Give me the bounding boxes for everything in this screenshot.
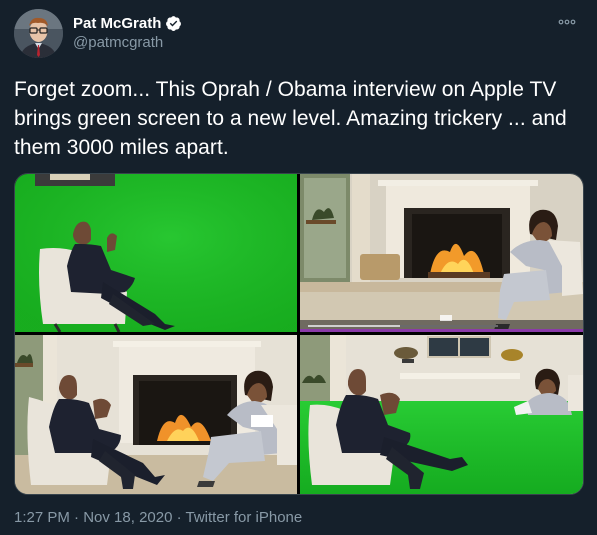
meta-separator-1: · — [69, 509, 84, 526]
more-horizontal-icon — [558, 19, 576, 25]
composite-interview-photo — [15, 335, 297, 494]
handle[interactable]: @patmcgrath — [73, 33, 182, 53]
verified-badge-icon — [166, 16, 182, 31]
fireplace-oprah-photo — [300, 174, 583, 332]
meta-separator-2: · — [172, 509, 186, 526]
media-photo-2[interactable] — [300, 174, 583, 332]
tweet-time[interactable]: 1:27 PM — [14, 509, 70, 526]
more-options-button[interactable] — [556, 14, 578, 30]
media-photo-4[interactable] — [300, 335, 583, 494]
avatar[interactable] — [14, 9, 63, 58]
profile-photo-icon — [14, 9, 63, 58]
tweet-meta: 1:27 PM · Nov 18, 2020 · Twitter for iPh… — [14, 509, 302, 526]
tweet-date[interactable]: Nov 18, 2020 — [83, 509, 172, 526]
tweet-header: Pat McGrath @patmcgrath — [14, 8, 584, 60]
media-photo-3[interactable] — [15, 335, 297, 494]
display-name[interactable]: Pat McGrath — [73, 14, 161, 33]
tweet-source[interactable]: Twitter for iPhone — [186, 509, 303, 526]
tweet-text: Forget zoom... This Oprah / Obama interv… — [14, 78, 567, 159]
media-grid — [14, 173, 584, 495]
display-name-row[interactable]: Pat McGrath — [73, 14, 182, 33]
partial-composite-photo — [300, 335, 583, 494]
author-names: Pat McGrath @patmcgrath — [73, 14, 182, 53]
green-screen-photo — [15, 174, 297, 332]
media-photo-1[interactable] — [15, 174, 297, 332]
